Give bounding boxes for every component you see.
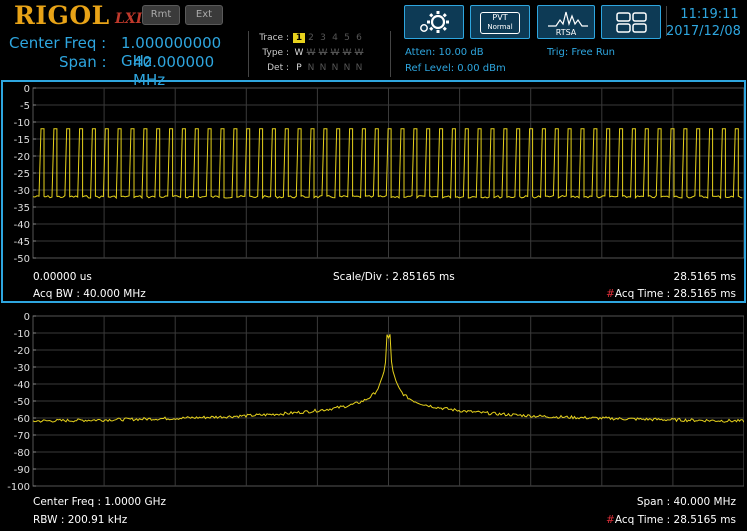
span-footer: Span : 40.000 MHz <box>636 496 736 508</box>
end-time-label: 28.5165 ms <box>673 271 736 283</box>
trace-type-5: W <box>342 48 352 58</box>
det-row: Det : PNNNNN <box>249 63 365 73</box>
p1-y-tick: -5 <box>20 101 30 112</box>
trace-det-1: P <box>296 63 302 73</box>
p2-y-tick: -60 <box>14 414 30 425</box>
ext-button[interactable]: Ext <box>185 5 223 25</box>
gear-icon <box>420 11 449 33</box>
acq-time-marker: # <box>606 288 615 300</box>
trace-det-6: N <box>355 63 363 73</box>
start-time-label: 0.00000 us <box>33 271 92 283</box>
trace-det-5: N <box>343 63 351 73</box>
layout-icon <box>616 12 647 33</box>
trace-det-4: N <box>331 63 339 73</box>
rtsa-icon <box>548 11 588 27</box>
p2-y-tick: -20 <box>14 346 30 357</box>
p1-y-tick: -45 <box>14 237 30 248</box>
p1-y-tick: -15 <box>14 135 30 146</box>
trace-num-4: 4 <box>332 33 338 43</box>
acq-time-value-2: Acq Time : 28.5165 ms <box>614 514 736 526</box>
center-freq-footer: Center Freq : 1.0000 GHz <box>33 496 166 508</box>
p2-y-tick: 0 <box>24 312 30 323</box>
p1-y-tick: -40 <box>14 220 30 231</box>
p1-y-tick: -20 <box>14 152 30 163</box>
acq-time-marker-2: # <box>606 514 615 526</box>
pvt-mode-label: Normal <box>487 23 513 31</box>
rmt-button[interactable]: Rmt <box>142 5 180 25</box>
pvt-label: PVT <box>492 13 508 22</box>
p2-y-tick: -80 <box>14 448 30 459</box>
trace-num-5: 5 <box>344 33 350 43</box>
p1-y-tick: -10 <box>14 118 30 129</box>
trace-num-1: 1 <box>293 33 305 43</box>
trace-type-3: W <box>318 48 328 58</box>
p2-y-tick: -40 <box>14 380 30 391</box>
ref-level-readout: Ref Level: 0.00 dBm <box>405 63 506 74</box>
frequency-panel[interactable]: Center Freq : 1.000000000 GHz Span : 40.… <box>5 31 245 89</box>
atten-readout: Atten: 10.00 dB <box>405 47 484 58</box>
pvt-icon: PVT Normal <box>480 12 520 34</box>
layout-button[interactable] <box>601 5 661 39</box>
clock-time: 11:19:11 <box>680 7 739 22</box>
trace-row: Trace : 123456 <box>249 33 365 43</box>
rtsa-label: RTSA <box>555 28 577 37</box>
p1-y-tick: -35 <box>14 203 30 214</box>
header-bar: RIGOL LXI Rmt Ext Center Freq : 1.000000… <box>0 0 747 89</box>
clock-date: 2017/12/08 <box>666 24 741 39</box>
rtsa-button[interactable]: RTSA <box>537 5 595 39</box>
p1-y-tick: 0 <box>24 84 30 95</box>
trace-num-6: 6 <box>356 33 362 43</box>
p1-y-tick: -50 <box>14 254 30 265</box>
trace-type-2: W <box>306 48 316 58</box>
p2-y-tick: -10 <box>14 329 30 340</box>
p1-y-tick: -25 <box>14 169 30 180</box>
trace-status[interactable]: Trace : 123456 Type : WWWWWW Det : PNNNN… <box>248 31 391 77</box>
trace-type-6: W <box>354 48 364 58</box>
p1-y-tick: -30 <box>14 186 30 197</box>
p2-y-tick: -90 <box>14 465 30 476</box>
type-label: Type : <box>262 48 289 58</box>
lxi-logo: LXI <box>115 11 143 27</box>
trace-num-3: 3 <box>320 33 326 43</box>
settings-button[interactable] <box>404 5 464 39</box>
trace-label: Trace : <box>259 33 289 43</box>
trace-det-2: N <box>307 63 315 73</box>
p2-y-tick: -70 <box>14 431 30 442</box>
trace-type-1: W <box>294 48 304 58</box>
span-label: Span : <box>59 53 107 71</box>
p2-y-tick: -50 <box>14 397 30 408</box>
time-domain-plot: 0 -5 -10 -15 -20 -25 -30 -35 -40 -45 -50 <box>14 84 744 265</box>
p2-y-tick: -100 <box>7 482 30 493</box>
p2-y-tick: -30 <box>14 363 30 374</box>
trace-type-4: W <box>330 48 340 58</box>
trace-num-2: 2 <box>308 33 314 43</box>
rigol-logo: RIGOL <box>14 1 110 30</box>
acq-bw-label: Acq BW : 40.000 MHz <box>33 288 146 300</box>
center-freq-label: Center Freq : <box>9 34 107 52</box>
trigger-readout: Trig: Free Run <box>547 47 615 58</box>
rbw-label: RBW : 200.91 kHz <box>33 514 128 526</box>
scale-div-label: Scale/Div : 2.85165 ms <box>333 271 455 283</box>
type-row: Type : WWWWWW <box>249 48 365 58</box>
time-domain-panel[interactable]: 0 -5 -10 -15 -20 -25 -30 -35 -40 -45 -50 0.00000 u… <box>1 80 746 303</box>
acq-time-label-2: #Acq Time : 28.5165 ms <box>606 514 736 526</box>
spectrum-panel[interactable]: 0 -10 -20 -30 -40 -50 -60 -70 -80 -90 -100 Center … <box>1 305 746 531</box>
acq-time-value: Acq Time : 28.5165 ms <box>614 288 736 300</box>
acq-time-label: #Acq Time : 28.5165 ms <box>606 288 736 300</box>
det-label: Det : <box>267 63 289 73</box>
trace-det-3: N <box>319 63 327 73</box>
pvt-button[interactable]: PVT Normal <box>470 5 530 39</box>
